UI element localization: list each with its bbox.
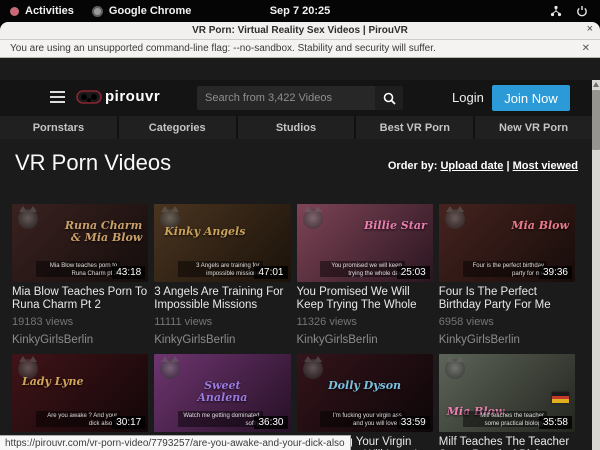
site-navbar: pirouvr Login Join Now bbox=[0, 80, 592, 116]
order-separator: | bbox=[506, 160, 509, 172]
video-card[interactable]: Kinky Angels 3 Angels are training for im… bbox=[154, 204, 290, 354]
order-by-bar: Order by: Upload date | Most viewed bbox=[388, 160, 578, 172]
view-count: 11111 views bbox=[154, 316, 290, 328]
thumbnail-caption: Milf teaches the teacher some practical … bbox=[463, 411, 547, 427]
thumbnail-overlay-text: Billie Star bbox=[342, 220, 426, 232]
thumbnail-caption: Four is the perfect birthday party for m… bbox=[463, 261, 547, 277]
page-title: VR Porn Videos bbox=[15, 150, 171, 176]
video-thumbnail[interactable]: Mia BlowMilf teaches the teacher some pr… bbox=[439, 354, 575, 432]
video-thumbnail[interactable]: Sweet Analena Watch me getting dominated … bbox=[154, 354, 290, 432]
thumbnail-caption: Are you awake ? And your dick also ? bbox=[36, 411, 120, 427]
clock[interactable]: Sep 7 20:25 bbox=[0, 5, 600, 17]
scrollbar-thumb[interactable] bbox=[592, 90, 600, 150]
thumbnail-caption: Mia Blow teaches porn to Runa Charm pt 2 bbox=[36, 261, 120, 277]
thumbnail-caption: You promised we will keep trying the who… bbox=[320, 261, 404, 277]
video-card[interactable]: Mia Blow Four is the perfect birthday par… bbox=[439, 204, 575, 354]
menu-item-best-vr-porn[interactable]: Best VR Porn bbox=[356, 116, 473, 139]
order-link-upload-date[interactable]: Upload date bbox=[440, 160, 503, 172]
video-thumbnail[interactable]: Runa Charm & Mia Blow Mia Blow teaches po… bbox=[12, 204, 148, 282]
thumbnail-overlay-text: Sweet Analena bbox=[180, 380, 264, 403]
scrollbar[interactable] bbox=[592, 80, 600, 450]
duration-badge: 30:17 bbox=[112, 416, 145, 429]
search-input[interactable] bbox=[197, 86, 375, 110]
video-title[interactable]: Milf Teaches The Teacher Some Practical … bbox=[439, 436, 575, 450]
menu-item-pornstars[interactable]: Pornstars bbox=[0, 116, 117, 139]
vr-goggles-icon bbox=[76, 90, 102, 104]
duration-badge: 25:03 bbox=[397, 266, 430, 279]
infobar-message: You are using an unsupported command-lin… bbox=[10, 43, 436, 54]
view-count: 19183 views bbox=[12, 316, 148, 328]
window-close-icon[interactable]: × bbox=[587, 23, 593, 35]
video-title[interactable]: You Promised We Will Keep Trying The Who… bbox=[297, 286, 433, 312]
duration-badge: 35:58 bbox=[539, 416, 572, 429]
duration-badge: 39:36 bbox=[539, 266, 572, 279]
search-button[interactable] bbox=[375, 86, 403, 110]
system-top-bar: Activities Google Chrome Sep 7 20:25 bbox=[0, 0, 600, 22]
video-thumbnail[interactable]: Lady Lyne Are you awake ? And your dick a… bbox=[12, 354, 148, 432]
thumbnail-caption: 3 Angels are training for impossible mis… bbox=[178, 261, 262, 277]
studio-watermark-icon bbox=[303, 209, 323, 229]
hamburger-menu-icon[interactable] bbox=[50, 91, 65, 106]
video-title[interactable]: 3 Angels Are Training For Impossible Mis… bbox=[154, 286, 290, 312]
window-titlebar[interactable]: VR Porn: Virtual Reality Sex Videos | Pi… bbox=[0, 22, 600, 39]
thumbnail-overlay-text: Dolly Dyson bbox=[322, 380, 406, 392]
view-count: 11326 views bbox=[297, 316, 433, 328]
thumbnail-overlay-text: Lady Lyne bbox=[22, 376, 106, 388]
video-title[interactable]: Four Is The Perfect Birthday Party For M… bbox=[439, 286, 575, 312]
menu-item-studios[interactable]: Studios bbox=[238, 116, 355, 139]
video-thumbnail[interactable]: Kinky Angels 3 Angels are training for im… bbox=[154, 204, 290, 282]
duration-badge: 33:59 bbox=[397, 416, 430, 429]
thumbnail-overlay-text: Runa Charm & Mia Blow bbox=[58, 220, 142, 243]
thumbnail-overlay-text: Mia Blow bbox=[485, 220, 569, 232]
video-title[interactable]: Mia Blow Teaches Porn To Runa Charm Pt 2 bbox=[12, 286, 148, 312]
order-by-label: Order by: bbox=[388, 160, 438, 172]
page-viewport: pirouvr Login Join Now Pornstars Categor… bbox=[0, 80, 592, 450]
german-flag-icon bbox=[552, 392, 569, 403]
studio-link[interactable]: KinkyGirlsBerlin bbox=[297, 334, 433, 346]
studio-link[interactable]: KinkyGirlsBerlin bbox=[439, 334, 575, 346]
video-card[interactable]: Mia BlowMilf teaches the teacher some pr… bbox=[439, 354, 575, 450]
studio-watermark-icon bbox=[445, 359, 465, 379]
login-link[interactable]: Login bbox=[452, 90, 484, 105]
video-thumbnail[interactable]: Dolly Dyson I'm fucking your virgin ass a… bbox=[297, 354, 433, 432]
status-url: https://pirouvr.com/vr-porn-video/779325… bbox=[5, 438, 345, 449]
studio-link[interactable]: KinkyGirlsBerlin bbox=[154, 334, 290, 346]
studio-watermark-icon bbox=[160, 359, 180, 379]
video-card[interactable]: Billie Star You promised we will keep try… bbox=[297, 204, 433, 354]
video-grid: Runa Charm & Mia Blow Mia Blow teaches po… bbox=[12, 204, 575, 450]
logo-text: pirouvr bbox=[105, 88, 160, 105]
studio-watermark-icon bbox=[445, 209, 465, 229]
network-icon[interactable] bbox=[550, 5, 562, 17]
duration-badge: 43:18 bbox=[112, 266, 145, 279]
view-count: 6958 views bbox=[439, 316, 575, 328]
thumbnail-caption: I'm fucking your virgin ass and you will… bbox=[320, 411, 404, 427]
duration-badge: 47:01 bbox=[254, 266, 287, 279]
order-link-most-viewed[interactable]: Most viewed bbox=[513, 160, 578, 172]
duration-badge: 36:30 bbox=[254, 416, 287, 429]
studio-link[interactable]: KinkyGirlsBerlin bbox=[12, 334, 148, 346]
video-thumbnail[interactable]: Mia Blow Four is the perfect birthday par… bbox=[439, 204, 575, 282]
scrollbar-up-arrow-icon[interactable] bbox=[593, 82, 599, 87]
menu-item-categories[interactable]: Categories bbox=[119, 116, 236, 139]
main-menu: Pornstars Categories Studios Best VR Por… bbox=[0, 116, 592, 139]
join-now-button[interactable]: Join Now bbox=[492, 85, 570, 111]
thumbnail-caption: Watch me getting dominated softly bbox=[178, 411, 262, 427]
studio-watermark-icon bbox=[303, 359, 323, 379]
browser-window: VR Porn: Virtual Reality Sex Videos | Pi… bbox=[0, 22, 600, 450]
power-icon[interactable] bbox=[576, 5, 588, 17]
infobar-close-icon[interactable]: ✕ bbox=[582, 43, 590, 54]
status-bar: https://pirouvr.com/vr-porn-video/779325… bbox=[0, 435, 351, 450]
video-card[interactable]: Runa Charm & Mia Blow Mia Blow teaches po… bbox=[12, 204, 148, 354]
chrome-infobar: You are using an unsupported command-lin… bbox=[0, 39, 600, 58]
menu-item-new-vr-porn[interactable]: New VR Porn bbox=[475, 116, 592, 139]
site-logo[interactable]: pirouvr bbox=[76, 88, 160, 105]
search-icon bbox=[383, 92, 396, 105]
window-title: VR Porn: Virtual Reality Sex Videos | Pi… bbox=[192, 25, 408, 36]
video-thumbnail[interactable]: Billie Star You promised we will keep try… bbox=[297, 204, 433, 282]
studio-watermark-icon bbox=[18, 209, 38, 229]
thumbnail-overlay-text: Kinky Angels bbox=[164, 226, 248, 238]
